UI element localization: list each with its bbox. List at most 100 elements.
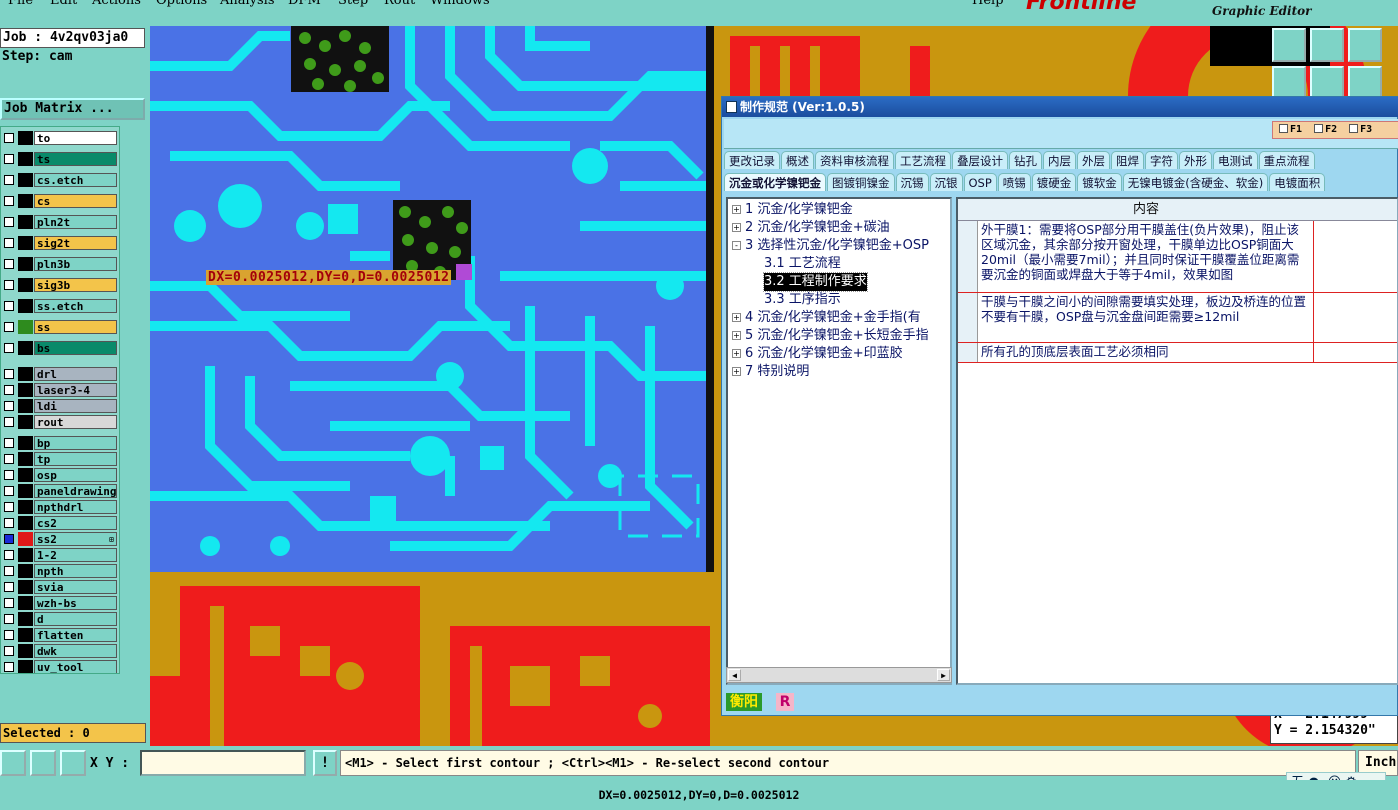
expand-icon[interactable]: + — [732, 313, 741, 322]
layer-name[interactable]: bp — [34, 436, 117, 450]
layer-row-cs[interactable]: cs — [1, 194, 119, 208]
layer-color-swatch[interactable] — [18, 278, 33, 292]
layer-checkbox[interactable] — [4, 259, 14, 269]
layer-color-swatch[interactable] — [18, 468, 33, 482]
layer-name[interactable]: rout — [34, 415, 117, 429]
menu-step[interactable]: Step — [338, 0, 368, 8]
zoom-in-icon[interactable] — [1310, 28, 1344, 62]
tab-tabs_row2-8[interactable]: 无镍电镀金(含硬金、软金) — [1122, 173, 1269, 191]
menu-options[interactable]: Options — [156, 0, 207, 8]
tree-item[interactable]: +1 沉金/化学镍钯金 — [732, 201, 853, 219]
menu-windows[interactable]: Windows — [430, 0, 490, 8]
layer-checkbox[interactable] — [4, 550, 14, 560]
layer-color-swatch[interactable] — [18, 500, 33, 514]
zoom-home-icon[interactable] — [1272, 28, 1306, 62]
tab-tabs_row2-0[interactable]: 沉金或化学镍钯金 — [724, 173, 826, 191]
tab-tabs_row2-2[interactable]: 沉锡 — [895, 173, 929, 191]
layer-row-dwk[interactable]: dwk — [1, 644, 119, 658]
layer-checkbox[interactable] — [4, 301, 14, 311]
layer-name[interactable]: uv_tool — [34, 660, 117, 673]
layer-name[interactable]: d — [34, 612, 117, 626]
layer-checkbox[interactable] — [4, 534, 14, 544]
tree-item[interactable]: 3.1 工艺流程 — [764, 255, 841, 273]
layer-color-swatch[interactable] — [18, 516, 33, 530]
layer-color-swatch[interactable] — [18, 612, 33, 626]
tab-tabs_row1-8[interactable]: 阻焊 — [1111, 151, 1144, 169]
layer-name[interactable]: sig2t — [34, 236, 117, 250]
layer-row-uv_tool[interactable]: uv_tool — [1, 660, 119, 673]
tree-item[interactable]: 3.2 工程制作要求 — [763, 272, 868, 292]
tab-tabs_row1-3[interactable]: 工艺流程 — [895, 151, 951, 169]
layer-name[interactable]: osp — [34, 468, 117, 482]
layer-name[interactable]: wzh-bs — [34, 596, 117, 610]
layer-name[interactable]: npthdrl — [34, 500, 117, 514]
tab-tabs_row2-9[interactable]: 电镀面积 — [1269, 173, 1326, 191]
layer-name[interactable]: svia — [34, 580, 117, 594]
tab-tabs_row1-0[interactable]: 更改记录 — [724, 151, 780, 169]
tab-tabs_row1-5[interactable]: 钻孔 — [1009, 151, 1042, 169]
layer-color-swatch[interactable] — [18, 152, 33, 166]
layer-color-swatch[interactable] — [18, 596, 33, 610]
layer-name[interactable]: cs.etch — [34, 173, 117, 187]
layer-name[interactable]: ss.etch — [34, 299, 117, 313]
layer-name[interactable]: flatten — [34, 628, 117, 642]
layer-name[interactable]: dwk — [34, 644, 117, 658]
grid-icon[interactable] — [60, 750, 86, 776]
row-indicator[interactable] — [958, 293, 978, 342]
row-indicator[interactable] — [958, 221, 978, 292]
layer-row-ss[interactable]: ss — [1, 320, 119, 334]
layer-row-bs[interactable]: bs — [1, 341, 119, 355]
layer-color-swatch[interactable] — [18, 484, 33, 498]
layer-checkbox[interactable] — [4, 518, 14, 528]
layer-row-osp[interactable]: osp — [1, 468, 119, 482]
layer-name[interactable]: paneldrawing — [34, 484, 117, 498]
layer-row-laser3-4[interactable]: laser3-4 — [1, 383, 119, 397]
layer-name[interactable]: ss — [34, 320, 117, 334]
pan-down-icon[interactable] — [1310, 66, 1344, 100]
layer-color-swatch[interactable] — [18, 173, 33, 187]
expand-icon[interactable]: + — [732, 205, 741, 214]
content-row[interactable]: 干膜与干膜之间小的间隙需要填实处理，板边及桥连的位置不要有干膜，OSP盘与沉金盘… — [958, 293, 1397, 343]
tree-item[interactable]: -3 选择性沉金/化学镍钯金+OSP — [732, 237, 929, 255]
tab-tabs_row1-9[interactable]: 字符 — [1145, 151, 1178, 169]
layer-checkbox[interactable] — [4, 582, 14, 592]
tab-tabs_row2-4[interactable]: OSP — [963, 173, 997, 191]
layer-checkbox[interactable] — [4, 369, 14, 379]
layer-checkbox[interactable] — [4, 502, 14, 512]
tab-tabs_row1-10[interactable]: 外形 — [1179, 151, 1212, 169]
layer-row-ldi[interactable]: ldi — [1, 399, 119, 413]
layer-color-swatch[interactable] — [18, 131, 33, 145]
layer-checkbox[interactable] — [4, 598, 14, 608]
tree-scrollbar[interactable]: ◀ ▶ — [726, 667, 952, 683]
layer-name[interactable]: pln2t — [34, 215, 117, 229]
menu-dfm[interactable]: DFM — [288, 0, 321, 8]
layer-color-swatch[interactable] — [18, 399, 33, 413]
dialog-title-bar[interactable]: 制作规范 (Ver:1.0.5) — [722, 97, 1398, 117]
layer-checkbox[interactable] — [4, 470, 14, 480]
row-indicator[interactable] — [958, 343, 978, 362]
tab-tabs_row2-5[interactable]: 喷锡 — [997, 173, 1031, 191]
layer-row-wzh-bs[interactable]: wzh-bs — [1, 596, 119, 610]
tab-tabs_row1-12[interactable]: 重点流程 — [1258, 151, 1315, 169]
tree-item[interactable]: +4 沉金/化学镍钯金+金手指(有 — [732, 309, 921, 327]
job-matrix-button[interactable]: Job Matrix ... — [0, 98, 145, 120]
layer-row-flatten[interactable]: flatten — [1, 628, 119, 642]
layer-name[interactable]: tp — [34, 452, 117, 466]
layer-checkbox[interactable] — [4, 385, 14, 395]
tab-tabs_row1-1[interactable]: 概述 — [781, 151, 814, 169]
layer-color-swatch[interactable] — [18, 580, 33, 594]
layer-row-cs.etch[interactable]: cs.etch — [1, 173, 119, 187]
layer-name[interactable]: ts — [34, 152, 117, 166]
layer-name[interactable]: ldi — [34, 399, 117, 413]
layer-name[interactable]: 1-2 — [34, 548, 117, 562]
layer-color-swatch[interactable] — [18, 383, 33, 397]
tab-tabs_row1-2[interactable]: 资料审核流程 — [815, 151, 894, 169]
layer-name[interactable]: laser3-4 — [34, 383, 117, 397]
tab-tabs_row1-6[interactable]: 内层 — [1043, 151, 1076, 169]
layer-checkbox[interactable] — [4, 630, 14, 640]
tree-item[interactable]: +6 沉金/化学镍钯金+印蓝胶 — [732, 345, 903, 363]
expand-icon[interactable]: + — [732, 367, 741, 376]
layer-row-rout[interactable]: rout — [1, 415, 119, 429]
tab-tabs_row1-4[interactable]: 叠层设计 — [952, 151, 1008, 169]
layer-checkbox[interactable] — [4, 566, 14, 576]
